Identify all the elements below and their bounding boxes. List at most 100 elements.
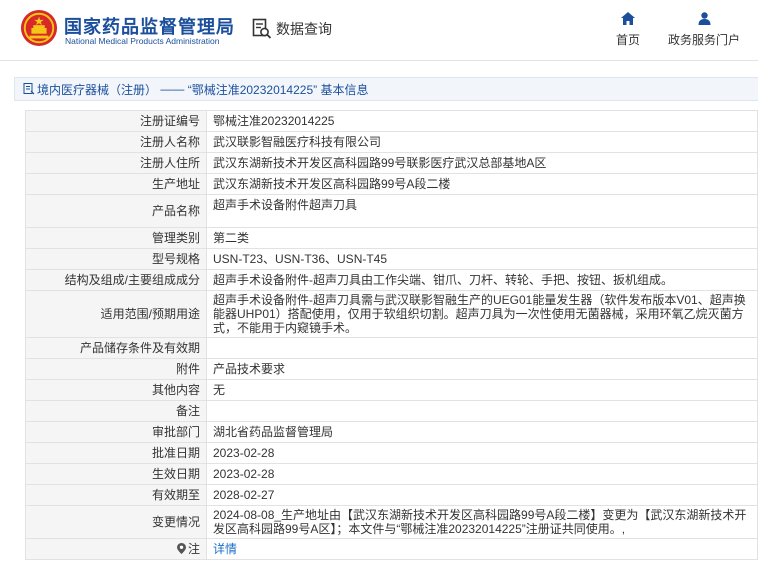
table-row: 批准日期 2023-02-28 <box>25 442 758 464</box>
table-row: 产品储存条件及有效期 <box>25 337 758 359</box>
field-value: 武汉联影智融医疗科技有限公司 <box>213 135 382 149</box>
field-value: 超声手术设备附件-超声刀具由工作尖端、钳爪、刀杆、转轮、手把、按钮、扳机组成。 <box>213 273 673 287</box>
field-label: 批准日期 <box>151 446 200 460</box>
field-label: 备注 <box>175 404 200 418</box>
table-row: 其他内容无 <box>25 379 758 401</box>
table-row: 审批部门 湖北省药品监督管理局 <box>25 421 758 443</box>
table-row: 生产地址 武汉东湖新技术开发区高科园路99号A段二楼 <box>25 173 758 195</box>
breadcrumb-title: “鄂械注准20232014225” 基本信息 <box>187 82 369 97</box>
field-label-cell: 产品名称 <box>25 194 207 228</box>
field-value-cell: 超声手术设备附件-超声刀具需与武汉联影智融生产的UEG01能量发生器（软件发布版… <box>206 290 758 338</box>
field-label-cell: 其他内容 <box>25 379 207 401</box>
field-value: 武汉东湖新技术开发区高科园路99号联影医疗武汉总部基地A区 <box>213 156 547 170</box>
field-value: 2024-08-08_生产地址由【武汉东湖新技术开发区高科园路99号A段二楼】变… <box>213 508 747 536</box>
header-divider <box>0 60 758 61</box>
field-label: 适用范围/预期用途 <box>100 307 200 321</box>
field-value-cell: 无 <box>206 379 758 401</box>
details-link[interactable]: 详情 <box>213 542 237 556</box>
breadcrumb-separator: —— <box>160 82 185 96</box>
field-value: 2028-02-27 <box>213 488 275 502</box>
field-value: USN-T23、USN-T36、USN-T45 <box>213 252 388 266</box>
field-value: 第二类 <box>213 231 250 245</box>
table-row: 附件 产品技术要求 <box>25 358 758 380</box>
data-query-label: 数据查询 <box>276 21 332 37</box>
field-label: 变更情况 <box>151 515 200 529</box>
field-value: 超声手术设备附件超声刀具 <box>213 198 358 212</box>
table-row: 变更情况 2024-08-08_生产地址由【武汉东湖新技术开发区高科园路99号A段… <box>25 505 758 539</box>
nav-home-label: 首页 <box>615 33 640 47</box>
field-label-cell: 注册人名称 <box>25 131 207 153</box>
field-value-cell: 鄂械注准20232014225 <box>206 110 758 132</box>
table-row: 结构及组成/主要组成成分 超声手术设备附件-超声刀具由工作尖端、钳爪、刀杆、转轮、… <box>25 269 758 291</box>
document-icon <box>23 83 35 95</box>
nav-gov-label: 政务服务门户 <box>667 33 740 47</box>
registration-detail-table: 注册证编号 鄂械注准20232014225 注册人名称 武汉联影智融医疗科技有限公司注… <box>25 110 758 560</box>
field-label: 注册人名称 <box>139 135 200 149</box>
field-label-cell: 变更情况 <box>25 505 207 539</box>
field-value-cell: 2028-02-27 <box>206 484 758 506</box>
national-emblem-logo[interactable] <box>20 9 58 47</box>
user-icon <box>698 12 710 25</box>
field-label: 注册人住所 <box>139 156 200 170</box>
document-search-icon <box>252 18 272 39</box>
field-value-cell: 超声手术设备附件超声刀具 <box>206 194 758 228</box>
field-label-cell: 批准日期 <box>25 442 207 464</box>
nav-gov-service-portal[interactable]: 政务服务门户 <box>664 12 744 48</box>
site-header: 国家药品监督管理局 National Medical Products Admi… <box>0 0 758 60</box>
table-row: 注册人住所 武汉东湖新技术开发区高科园路99号联影医疗武汉总部基地A区 <box>25 152 758 174</box>
field-value: 产品技术要求 <box>213 362 286 376</box>
field-label: 注 <box>187 542 200 556</box>
field-label: 产品名称 <box>151 204 200 218</box>
table-row: 备注 <box>25 400 758 422</box>
field-value: 2023-02-28 <box>213 446 275 460</box>
field-value-cell: 超声手术设备附件-超声刀具由工作尖端、钳爪、刀杆、转轮、手把、按钮、扳机组成。 <box>206 269 758 291</box>
field-value: 鄂械注准20232014225 <box>213 114 335 128</box>
field-label-cell: 附件 <box>25 358 207 380</box>
field-label-cell: 备注 <box>25 400 207 422</box>
field-value-cell: 武汉联影智融医疗科技有限公司 <box>206 131 758 153</box>
field-label: 型号规格 <box>151 252 200 266</box>
field-value-cell: USN-T23、USN-T36、USN-T45 <box>206 248 758 270</box>
table-row: 产品名称 超声手术设备附件超声刀具 <box>25 194 758 228</box>
field-value: 湖北省药品监督管理局 <box>213 425 334 439</box>
field-label-cell: 适用范围/预期用途 <box>25 290 207 338</box>
field-label: 管理类别 <box>151 231 200 245</box>
field-value-cell: 2024-08-08_生产地址由【武汉东湖新技术开发区高科园路99号A段二楼】变… <box>206 505 758 539</box>
field-label-cell: 生产地址 <box>25 173 207 195</box>
field-value-cell: 产品技术要求 <box>206 358 758 380</box>
table-row: 型号规格 USN-T23、USN-T36、USN-T45 <box>25 248 758 270</box>
field-value: 超声手术设备附件-超声刀具需与武汉联影智融生产的UEG01能量发生器（软件发布版… <box>213 293 746 335</box>
data-query-link[interactable]: 数据查询 <box>252 17 332 41</box>
field-label-cell: 产品储存条件及有效期 <box>25 337 207 359</box>
pin-icon <box>176 543 186 554</box>
field-label-cell: 生效日期 <box>25 463 207 485</box>
field-value: 武汉东湖新技术开发区高科园路99号A段二楼 <box>213 177 451 191</box>
field-value-cell: 第二类 <box>206 227 758 249</box>
field-value-cell <box>206 337 758 359</box>
field-value-cell: 武汉东湖新技术开发区高科园路99号联影医疗武汉总部基地A区 <box>206 152 758 174</box>
field-label: 结构及组成/主要组成成分 <box>64 273 200 287</box>
field-value-cell: 湖北省药品监督管理局 <box>206 421 758 443</box>
field-value-cell: 详情 <box>206 538 758 560</box>
table-row: 注详情 <box>25 538 758 560</box>
breadcrumb: 境内医疗器械（注册） —— “鄂械注准20232014225” 基本信息 <box>14 77 758 101</box>
nav-home[interactable]: 首页 <box>613 12 643 48</box>
field-label: 注册证编号 <box>139 114 200 128</box>
field-label: 有效期至 <box>151 488 200 502</box>
field-label-cell: 有效期至 <box>25 484 207 506</box>
home-icon <box>621 12 635 25</box>
field-label-cell: 管理类别 <box>25 227 207 249</box>
field-label-cell: 审批部门 <box>25 421 207 443</box>
table-row: 注册人名称 武汉联影智融医疗科技有限公司 <box>25 131 758 153</box>
breadcrumb-category-link[interactable]: 境内医疗器械（注册） <box>37 81 157 98</box>
brand-name-en: National Medical Products Administration <box>65 36 220 46</box>
field-label-cell: 注册证编号 <box>25 110 207 132</box>
field-label-cell: 注册人住所 <box>25 152 207 174</box>
table-row: 生效日期 2023-02-28 <box>25 463 758 485</box>
field-value: 无 <box>213 383 226 397</box>
field-label-cell: 注 <box>25 538 207 560</box>
field-label: 附件 <box>175 362 200 376</box>
field-value-cell: 武汉东湖新技术开发区高科园路99号A段二楼 <box>206 173 758 195</box>
table-row: 适用范围/预期用途 超声手术设备附件-超声刀具需与武汉联影智融生产的UEG01能量… <box>25 290 758 338</box>
field-label: 产品储存条件及有效期 <box>79 341 200 355</box>
